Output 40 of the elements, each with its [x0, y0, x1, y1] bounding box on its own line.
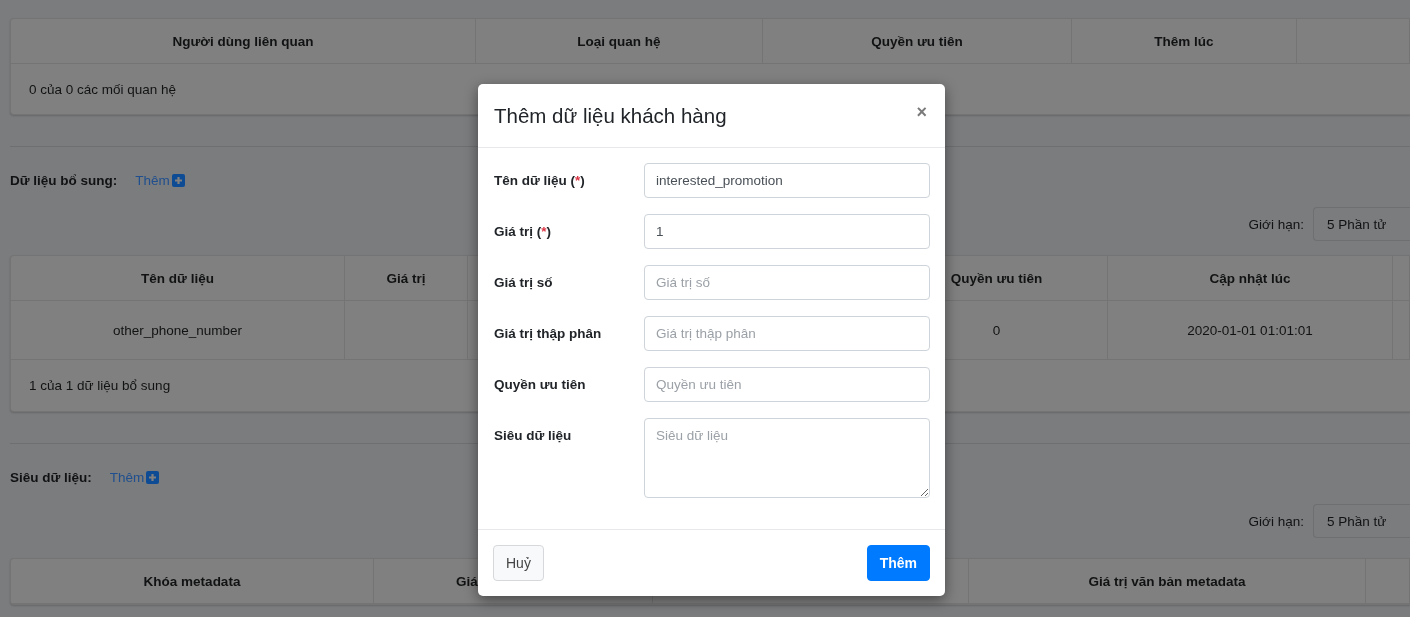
limit-label: Giới hạn:: [1248, 513, 1304, 529]
column-header: Cập nhật lúc: [1209, 270, 1291, 286]
text-input[interactable]: 1: [644, 214, 930, 249]
text-input[interactable]: Giá trị số: [644, 265, 930, 300]
textarea-field[interactable]: Siêu dữ liệu: [644, 418, 930, 498]
text-input[interactable]: Giá trị thập phân: [644, 316, 930, 351]
section-heading: Dữ liệu bổ sung:: [10, 172, 118, 188]
column-header: Giá trị văn bản metadata: [1088, 573, 1246, 589]
field-label: Siêu dữ liệu: [494, 427, 573, 445]
limit-select[interactable]: 5 Phần tử: [1313, 207, 1410, 241]
section-heading: Siêu dữ liệu:: [10, 469, 92, 485]
text-input[interactable]: interested_promotion: [644, 163, 930, 198]
close-button[interactable]: ×: [914, 102, 929, 121]
column-header: Khóa metadata: [143, 573, 241, 589]
table-summary: 0 của 0 các mối quan hệ: [29, 81, 177, 97]
field-label: Tên dữ liệu (*): [494, 172, 586, 190]
submit-button[interactable]: Thêm: [866, 545, 930, 581]
column-header: Loại quan hệ: [577, 33, 661, 49]
column-header: Thêm lúc: [1154, 33, 1214, 49]
plus-square-icon: [146, 470, 160, 484]
field-label: Giá trị thập phân: [494, 325, 603, 343]
column-header: Giá: [456, 573, 478, 589]
column-header: Người dùng liên quan: [172, 33, 314, 49]
column-header: Quyền ưu tiên: [950, 270, 1043, 286]
limit-label: Giới hạn:: [1248, 216, 1304, 232]
limit-select[interactable]: 5 Phần tử: [1313, 504, 1410, 538]
table-cell: other_phone_number: [112, 322, 243, 338]
text-input[interactable]: Quyền ưu tiên: [644, 367, 930, 402]
field-label: Quyền ưu tiên: [494, 376, 587, 394]
table-summary: 1 của 1 dữ liệu bổ sung: [29, 378, 171, 393]
column-header: Tên dữ liệu: [141, 270, 214, 286]
field-label: Giá trị số: [494, 274, 554, 292]
plus-square-icon: [171, 173, 185, 187]
table-cell: 0: [992, 322, 1001, 338]
column-header: Quyền ưu tiên: [871, 33, 963, 49]
table-cell: 2020-01-01 01:01:01: [1187, 322, 1313, 338]
column-header: Giá trị: [386, 270, 426, 286]
cancel-button[interactable]: Huỷ: [493, 545, 544, 581]
modal-title: Thêm dữ liệu khách hàng: [494, 103, 727, 128]
field-label: Giá trị (*): [494, 223, 553, 241]
